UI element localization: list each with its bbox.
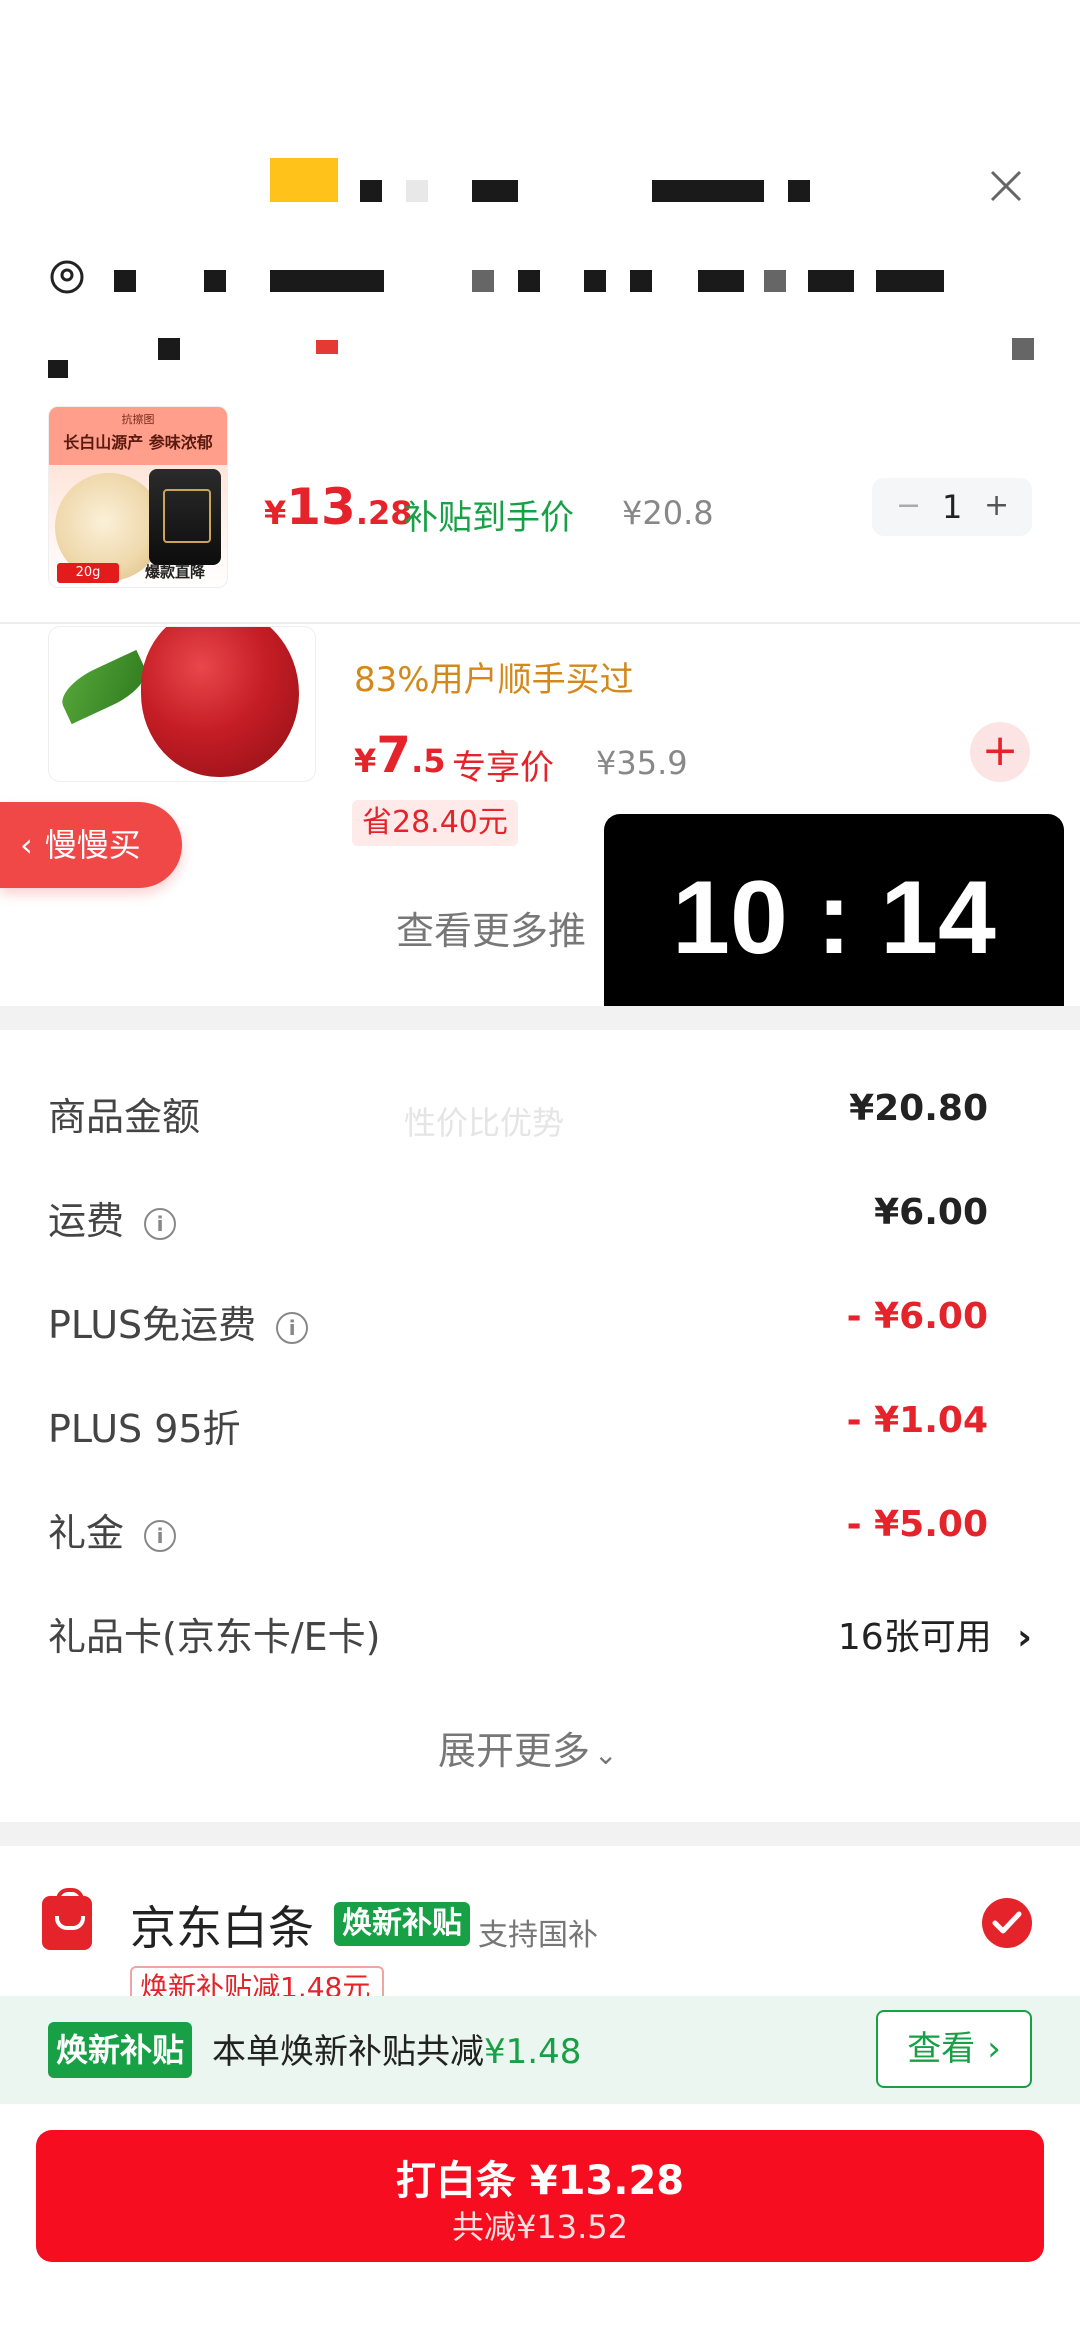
redacted-text [764, 270, 786, 292]
summary-label-gift-money: 礼金 i [48, 1502, 177, 1557]
subsidy-text-amount: ¥1.48 [484, 2032, 582, 2072]
renewal-subsidy-tag: 焕新补贴 [334, 1902, 470, 1946]
product-jar-image [149, 469, 221, 565]
summary-label-goods: 商品金额 [48, 1095, 201, 1139]
summary-label-shipping: 运费 i [48, 1190, 177, 1245]
redacted-text [630, 270, 652, 292]
redacted-text [360, 180, 382, 202]
redacted-text [518, 270, 540, 292]
view-more-recommendations[interactable]: 查看更多推 [396, 900, 586, 955]
price-symbol: ¥ [264, 494, 287, 532]
redacted-text [808, 270, 854, 292]
subsidy-discount-tag: 焕新补贴减1.48元 [130, 1966, 384, 2000]
redacted-text [788, 180, 810, 202]
rec-price: ¥7.5 [354, 726, 445, 784]
payment-title: 京东白条 [130, 1901, 314, 1955]
leaf-image [54, 649, 154, 725]
section-gap [0, 1822, 1080, 1846]
chevron-right-icon: › [987, 2029, 1001, 2069]
redacted-text [406, 180, 428, 202]
subsidy-bar-tag: 焕新补贴 [48, 2022, 193, 2078]
redacted-text [48, 360, 68, 378]
product-thumbnail[interactable]: 抗擦图 长白山源产 参味浓郁 20g 爆款直降 [48, 406, 228, 588]
add-to-cart-button[interactable]: + [970, 722, 1030, 782]
thumb-brand: 抗擦图 [121, 413, 155, 426]
redacted-text [472, 180, 518, 202]
divider [0, 622, 1080, 624]
gift-money-label: 礼金 [48, 1511, 125, 1555]
exclusive-price-note: 专享价 [452, 748, 554, 788]
bought-note: 83%用户顺手买过 [354, 660, 634, 700]
rec-price-symbol: ¥ [354, 742, 377, 780]
redacted-text [652, 180, 764, 202]
summary-label-plus-free-shipping: PLUS免运费 i [48, 1294, 309, 1349]
info-icon[interactable]: i [276, 1311, 309, 1344]
quantity-stepper[interactable]: − 1 + [872, 478, 1032, 536]
selected-check-icon[interactable] [982, 1898, 1032, 1948]
watermark-text: 性价比优势 [404, 1104, 565, 1142]
chevron-down-icon: ⌄ [594, 1738, 618, 1771]
qty-plus-button[interactable]: + [984, 488, 1009, 523]
expand-more-button[interactable]: 展开更多 ⌄ [438, 1720, 617, 1775]
info-icon[interactable]: i [144, 1207, 177, 1240]
summary-value-plus-discount: - ¥1.04 [846, 1400, 988, 1441]
gift-card-selector[interactable]: 16张可用 › [838, 1608, 1032, 1660]
pay-with-baitiao-button[interactable]: 打白条 ¥13.28 共减¥13.52 [36, 2130, 1044, 2262]
summary-value-shipping: ¥6.00 [874, 1192, 988, 1233]
redacted-text [204, 270, 226, 292]
pay-button-main: 打白条 ¥13.28 [395, 2158, 685, 2204]
qty-minus-button[interactable]: − [896, 488, 921, 523]
slow-buy-button[interactable]: ‹ 慢慢买 [0, 802, 182, 888]
shipping-label: 运费 [48, 1199, 125, 1243]
redacted-logo [270, 158, 338, 202]
redacted-text [1012, 338, 1034, 360]
chevron-right-icon: › [1017, 1617, 1032, 1658]
summary-value-plus-free-shipping: - ¥6.00 [846, 1296, 988, 1337]
qty-value[interactable]: 1 [942, 488, 962, 526]
summary-value-gift-money: - ¥5.00 [846, 1504, 988, 1545]
section-gap [0, 1006, 1080, 1030]
pay-button-sub: 共减¥13.52 [452, 2208, 628, 2246]
summary-label-gift-card[interactable]: 礼品卡(京东卡/E卡) [48, 1606, 380, 1661]
gift-card-count: 16张可用 [837, 1617, 992, 1658]
redacted-text [158, 338, 180, 360]
rec-original-price: ¥35.9 [596, 744, 688, 782]
redacted-text [698, 270, 744, 292]
redacted-text [876, 270, 944, 292]
rec-price-decimal: .5 [411, 742, 446, 780]
slow-buy-label: 慢慢买 [44, 826, 141, 864]
redacted-text [584, 270, 606, 292]
subsidy-text-prefix: 本单焕新补贴共减 [212, 2032, 484, 2072]
original-price: ¥20.8 [622, 494, 714, 532]
subsidy-bar-text: 本单焕新补贴共减¥1.48 [212, 2024, 581, 2073]
jujube-image [141, 627, 299, 777]
recommended-thumbnail[interactable] [48, 626, 316, 782]
plus-free-shipping-label: PLUS免运费 [48, 1303, 257, 1347]
redacted-text [472, 270, 494, 292]
redacted-text [316, 340, 338, 354]
supports-national-subsidy: 支持国补 [478, 1918, 598, 1953]
subsidy-price-note: 补贴到手价 [404, 498, 574, 538]
redacted-text [270, 270, 384, 292]
info-icon[interactable]: i [144, 1519, 177, 1552]
redacted-text [114, 270, 136, 292]
price-integer: 13 [286, 478, 356, 536]
rec-price-integer: 7 [376, 726, 412, 784]
view-label: 查看 [907, 2029, 976, 2069]
timer-overlay: 10 : 14 [604, 814, 1064, 1022]
thumb-banner-text: 长白山源产 参味浓郁 [63, 433, 213, 452]
summary-label-plus-discount: PLUS 95折 [48, 1407, 241, 1451]
view-subsidy-button[interactable]: 查看 › [876, 2010, 1032, 2088]
chevron-left-icon: ‹ [20, 826, 33, 864]
jd-baitiao-icon [42, 1888, 92, 1950]
thumb-promo-badge: 爆款直降 [145, 563, 206, 581]
close-icon[interactable] [986, 166, 1026, 206]
expand-more-label: 展开更多 [438, 1729, 591, 1773]
location-icon [50, 260, 84, 294]
savings-tag: 省28.40元 [352, 800, 518, 846]
thumb-weight-badge: 20g [57, 563, 119, 583]
summary-value-goods: ¥20.80 [849, 1088, 988, 1129]
main-price: ¥13.28 [264, 478, 413, 536]
